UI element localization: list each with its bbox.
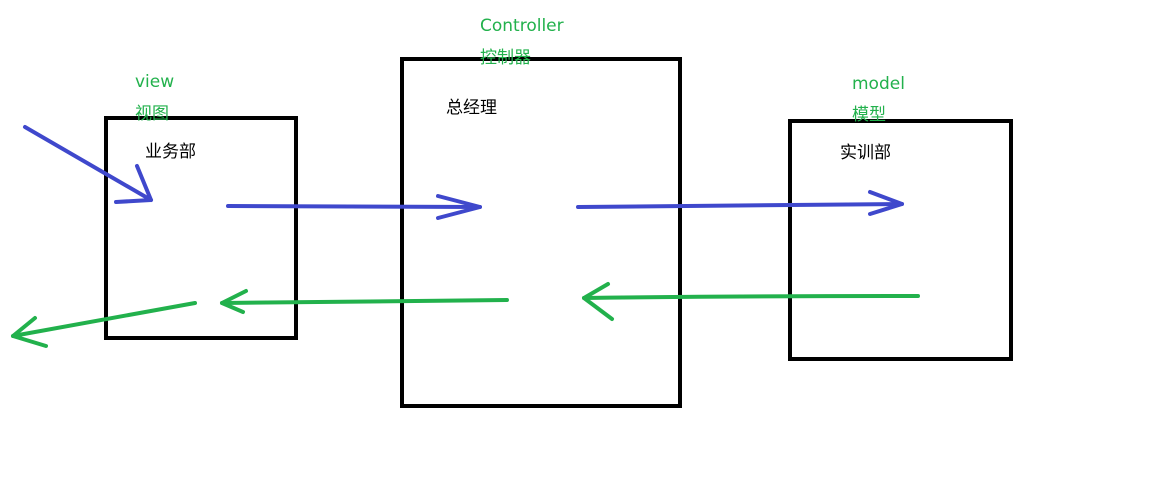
controller-to-view-arrow — [220, 289, 509, 314]
controller-to-model-arrow — [576, 190, 904, 216]
view-response-out-arrow — [11, 301, 197, 348]
mvc-diagram: view 视图 Controller 控制器 model 模型 业务部 总经理 … — [0, 0, 1153, 481]
arrows-layer — [11, 125, 920, 348]
view-to-controller-arrow — [226, 194, 482, 220]
request-into-view-arrow — [23, 125, 153, 204]
model-to-controller-arrow — [582, 282, 920, 321]
